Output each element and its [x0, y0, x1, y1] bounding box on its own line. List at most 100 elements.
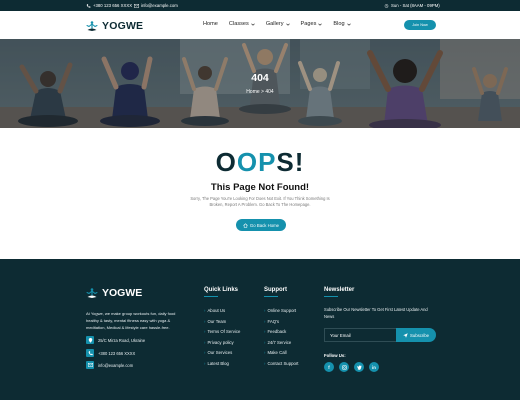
chevron-right-icon: ›: [264, 329, 266, 334]
twitter-icon[interactable]: [354, 362, 364, 372]
nav-item-gallery[interactable]: Gallery: [266, 21, 290, 27]
newsletter-heading-text: Newsletter: [324, 287, 355, 293]
footer-link-label: Make Call: [267, 350, 287, 355]
page-banner: 404 Home > 404: [0, 39, 520, 128]
chevron-down-icon: [318, 23, 323, 26]
footer-link-about-us[interactable]: › About Us: [204, 308, 225, 313]
phone-icon: [86, 349, 94, 357]
heading-underline: [264, 296, 278, 297]
chevron-right-icon: ›: [204, 339, 206, 345]
topbar-email-text: info@example.com: [141, 3, 178, 8]
footer-link-label: FAQ's: [267, 318, 280, 324]
topbar-hours: Sun - Sat (8AAM - 09PM): [384, 3, 440, 8]
topbar-phone[interactable]: +380 123 656 XXXX: [86, 3, 132, 8]
nav-item-label: Classes: [228, 21, 249, 27]
not-found-description: Sorry, The Page You're Looking For Does …: [190, 196, 330, 207]
nav-item-label: Home: [203, 21, 218, 27]
instagram-icon[interactable]: [339, 362, 349, 372]
linkedin-icon[interactable]: in: [369, 362, 379, 372]
chevron-right-icon: ›: [264, 308, 266, 313]
footer-brand-name: YOGWE: [102, 287, 143, 299]
follow-us-label: Follow Us:: [324, 353, 346, 358]
brand-name: YOGWE: [102, 20, 144, 32]
topbar-phone-text: +380 123 656 XXXX: [93, 3, 133, 8]
nav-item-pages[interactable]: Pages: [301, 21, 323, 27]
quick-links-heading-text: Quick Links: [204, 287, 239, 293]
page-title: 404: [251, 72, 269, 84]
oops-letter-o2: O: [236, 147, 259, 177]
chevron-right-icon: ›: [204, 308, 206, 313]
nav-item-blog[interactable]: Blog: [333, 21, 351, 27]
newsletter-text: Subscribe Our Newsletter To Get First La…: [324, 307, 428, 319]
footer-address: 25/C Mirza Road, Ukraine: [86, 336, 145, 344]
chevron-down-icon: [251, 23, 255, 26]
mail-icon: [86, 361, 94, 369]
footer-link-services[interactable]: › Our Services: [204, 350, 232, 355]
chevron-right-icon: ›: [204, 360, 206, 366]
footer-link-24-7-service[interactable]: › 24/7 Service: [264, 340, 291, 345]
nav-item-classes[interactable]: Classes: [229, 21, 255, 27]
topbar-hours-text: Sun - Sat (8AAM - 09PM): [391, 3, 440, 8]
footer-link-label: Latest Blog: [207, 360, 229, 366]
nav-item-label: Blog: [333, 21, 345, 27]
site-footer: YOGWE At Yogwe, we make group workouts f…: [0, 259, 520, 400]
breadcrumb-home[interactable]: Home: [246, 89, 259, 95]
chevron-right-icon: ›: [204, 318, 206, 324]
home-icon: [243, 222, 248, 228]
nav-item-label: Pages: [300, 21, 317, 27]
footer-link-make-call[interactable]: › Make Call: [264, 350, 287, 355]
footer-phone-text: +380 123 656 XXXX: [98, 350, 136, 356]
oops-letter-o1: O: [215, 147, 237, 177]
footer-phone[interactable]: +380 123 656 XXXX: [86, 349, 135, 357]
support-heading-text: Support: [264, 287, 287, 293]
footer-link-privacy[interactable]: › Privacy policy: [204, 340, 234, 345]
breadcrumb-current: 404: [265, 89, 274, 95]
heading-underline: [204, 296, 218, 297]
footer-link-label: Contact Support: [267, 360, 299, 366]
footer-link-contact-support[interactable]: › Contact Support: [264, 361, 299, 366]
yoga-logo-icon: [86, 287, 98, 298]
footer-email[interactable]: info@example.com: [86, 361, 133, 369]
quick-links-heading: Quick Links: [204, 287, 238, 297]
subscribe-label: Subscribe: [409, 332, 430, 338]
footer-link-our-team[interactable]: › Our Team: [204, 319, 226, 324]
nav-item-home[interactable]: Home: [203, 21, 218, 27]
yoga-logo-icon: [86, 20, 98, 31]
footer-address-text: 25/C Mirza Road, Ukraine: [98, 337, 146, 343]
footer-logo[interactable]: YOGWE: [86, 287, 142, 299]
map-pin-icon: [86, 336, 94, 344]
oops-letter-p: P: [258, 147, 277, 177]
mail-icon: [134, 3, 139, 8]
chevron-right-icon: ›: [204, 329, 206, 334]
footer-link-label: 24/7 Service: [267, 339, 292, 345]
footer-link-faqs[interactable]: › FAQ's: [264, 319, 279, 324]
support-heading: Support: [264, 287, 287, 297]
footer-link-feedback[interactable]: › Feedback: [264, 329, 286, 334]
footer-link-label: Our Services: [207, 350, 233, 355]
chevron-right-icon: ›: [264, 360, 266, 366]
site-logo[interactable]: YOGWE: [86, 20, 143, 32]
chevron-right-icon: ›: [204, 350, 206, 355]
topbar-email[interactable]: info@example.com: [134, 3, 178, 8]
newsletter-heading: Newsletter: [324, 287, 354, 297]
chevron-right-icon: ›: [264, 318, 266, 324]
footer-link-label: About Us: [207, 308, 226, 313]
footer-link-online-support[interactable]: › Online Support: [264, 308, 296, 313]
newsletter-email-input[interactable]: [324, 328, 398, 342]
main-navigation: YOGWE Home Classes Gallery Pages Blog Jo…: [0, 11, 520, 39]
oops-letters-s: S!: [276, 147, 305, 177]
footer-link-terms[interactable]: › Terms Of Service: [204, 329, 240, 334]
footer-link-label: Our Team: [207, 318, 227, 324]
subscribe-button[interactable]: Subscribe: [396, 328, 436, 342]
not-found-title: This Page Not Found!: [210, 182, 310, 193]
footer-link-label: Feedback: [267, 329, 287, 334]
nav-item-label: Gallery: [265, 21, 284, 27]
footer-link-blog[interactable]: › Latest Blog: [204, 361, 229, 366]
go-back-home-button[interactable]: Go Back Home: [236, 219, 286, 231]
join-now-button[interactable]: Join Now: [404, 20, 436, 30]
breadcrumb-separator: >: [261, 89, 264, 95]
chevron-down-icon: [346, 23, 351, 26]
footer-about-text: At Yogwe, we make group workouts fun, da…: [86, 311, 176, 330]
chevron-down-icon: [285, 23, 290, 26]
facebook-icon[interactable]: f: [324, 362, 334, 372]
